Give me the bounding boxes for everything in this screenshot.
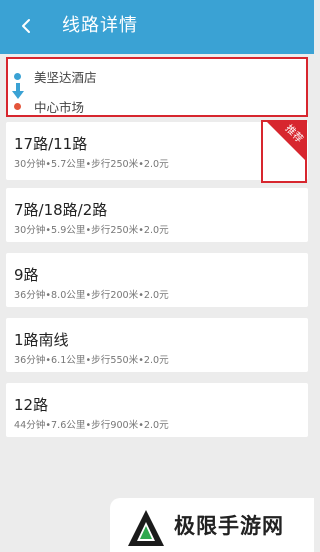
start-dot-icon [14,73,21,80]
plan-name: 7路/18路/2路 [14,201,108,219]
plan-name: 17路/11路 [14,135,88,153]
plan-name: 12路 [14,396,49,414]
back-arrow-icon[interactable] [14,14,38,38]
end-dot-icon [14,103,21,110]
plan-meta: 30分钟•5.9公里•步行250米•2.0元 [14,225,169,236]
plan-name: 1路南线 [14,331,69,349]
page-title: 线路详情 [62,15,138,36]
plan-card-3[interactable]: 9路 36分钟•8.0公里•步行200米•2.0元 [6,253,308,307]
recommend-badge: 推荐 [261,120,307,183]
watermark-text: 极限手游网 [174,513,284,538]
plan-name: 9路 [14,266,39,284]
plan-meta: 36分钟•6.1公里•步行550米•2.0元 [14,355,169,366]
end-stop[interactable]: 中心市场 [34,97,84,116]
site-watermark: 极限手游网 [110,498,314,552]
plan-meta: 30分钟•5.7公里•步行250米•2.0元 [14,159,169,170]
plan-meta: 44分钟•7.6公里•步行900米•2.0元 [14,420,169,431]
plan-card-2[interactable]: 7路/18路/2路 30分钟•5.9公里•步行250米•2.0元 [6,188,308,242]
recommend-ribbon-icon: 推荐 [267,122,305,160]
arrow-down-icon [12,83,24,99]
site-logo-icon [128,510,164,546]
app-header: 线路详情 [0,0,314,54]
route-summary[interactable]: 美坚达酒店 中心市场 [6,57,308,117]
plan-card-4[interactable]: 1路南线 36分钟•6.1公里•步行550米•2.0元 [6,318,308,372]
plan-meta: 36分钟•8.0公里•步行200米•2.0元 [14,290,169,301]
start-stop[interactable]: 美坚达酒店 [34,67,97,86]
plan-card-5[interactable]: 12路 44分钟•7.6公里•步行900米•2.0元 [6,383,308,437]
